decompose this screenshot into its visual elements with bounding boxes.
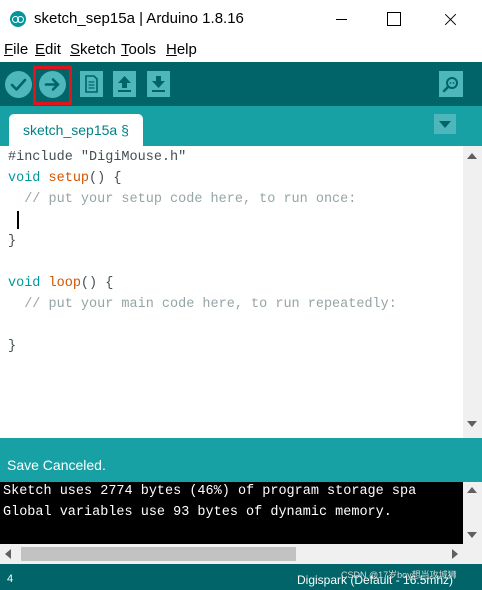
- menu-tools[interactable]: Tools: [121, 41, 156, 58]
- save-button[interactable]: [147, 71, 170, 97]
- console-line: Global variables use 93 bytes of dynamic…: [3, 505, 392, 520]
- arduino-logo-icon: [10, 11, 26, 27]
- minimize-button[interactable]: [318, 0, 364, 38]
- scroll-up-icon[interactable]: [467, 487, 477, 493]
- tab-menu-button[interactable]: [434, 114, 456, 134]
- menu-sketch[interactable]: Sketch: [70, 41, 116, 58]
- code-text: () {: [80, 276, 114, 291]
- editor-vertical-scrollbar[interactable]: [463, 146, 482, 438]
- scroll-right-icon[interactable]: [452, 549, 458, 559]
- menu-file-mnemonic: F: [4, 41, 14, 58]
- scroll-left-icon[interactable]: [5, 549, 11, 559]
- new-icon: [85, 75, 98, 93]
- code-comment: // put your setup code here, to run once…: [8, 192, 357, 207]
- window-title: sketch_sep15a | Arduino 1.8.16: [34, 10, 244, 27]
- menu-sketch-label: ketch: [80, 41, 116, 58]
- keyword: void: [8, 171, 41, 186]
- menu-sketch-mnemonic: S: [70, 41, 81, 58]
- scrollbar-thumb[interactable]: [21, 547, 296, 561]
- status-bar: Save Canceled.: [0, 438, 482, 482]
- scroll-down-icon[interactable]: [467, 421, 477, 427]
- console-output[interactable]: Sketch uses 2774 bytes (46%) of program …: [0, 482, 463, 544]
- toolbar: [0, 62, 482, 106]
- code-line: void setup() {: [8, 171, 121, 186]
- code-text: () {: [89, 171, 122, 186]
- console-vertical-scrollbar[interactable]: [463, 482, 482, 544]
- code-line: void loop() {: [8, 276, 113, 291]
- code-line: }: [8, 234, 17, 249]
- verify-button[interactable]: [5, 71, 32, 98]
- open-icon: [118, 76, 131, 92]
- code-comment: // put your main code here, to run repea…: [8, 297, 397, 312]
- text-caret: [17, 211, 19, 229]
- tab-bar: sketch_sep15a §: [0, 106, 482, 146]
- scrollbar-corner: [463, 544, 482, 564]
- menu-edit-mnemonic: E: [35, 41, 46, 58]
- watermark: CSDN @17岁boy想当攻城狮: [341, 570, 457, 580]
- upload-highlight-box: [33, 66, 72, 105]
- code-editor[interactable]: #include "DigiMouse.h" void setup() { //…: [0, 146, 463, 438]
- code-line: #include "DigiMouse.h": [8, 150, 187, 165]
- menu-help-label: elp: [176, 41, 197, 58]
- function-name: loop: [48, 276, 81, 291]
- console-horizontal-scrollbar[interactable]: [0, 544, 463, 564]
- menu-bar: File Edit Sketch Tools Help: [0, 38, 482, 62]
- serial-monitor-button[interactable]: [439, 71, 463, 97]
- menu-file[interactable]: File: [4, 41, 28, 58]
- title-bar: sketch_sep15a | Arduino 1.8.16: [0, 0, 482, 38]
- close-button[interactable]: [427, 0, 473, 38]
- menu-tools-label: ools: [128, 41, 157, 58]
- menu-tools-mnemonic: T: [121, 41, 129, 58]
- keyword: void: [8, 276, 41, 291]
- menu-file-label: ile: [13, 41, 29, 58]
- code-line: }: [8, 339, 17, 354]
- serial-monitor-icon: [442, 77, 458, 93]
- tab-sketch[interactable]: sketch_sep15a §: [9, 114, 143, 146]
- verify-icon: [10, 78, 27, 91]
- menu-help[interactable]: Help: [166, 41, 197, 58]
- line-number: 4: [7, 573, 14, 585]
- menu-edit-label: dit: [45, 41, 61, 58]
- status-message: Save Canceled.: [7, 457, 106, 473]
- scroll-down-icon[interactable]: [467, 532, 477, 538]
- maximize-button[interactable]: [370, 0, 416, 38]
- function-name: setup: [48, 171, 90, 186]
- scroll-up-icon[interactable]: [467, 153, 477, 159]
- menu-help-mnemonic: H: [166, 41, 177, 58]
- open-button[interactable]: [113, 71, 136, 97]
- menu-edit[interactable]: Edit: [35, 41, 61, 58]
- save-icon: [152, 76, 165, 92]
- console-line: Sketch uses 2774 bytes (46%) of program …: [3, 484, 417, 499]
- new-button[interactable]: [80, 71, 103, 97]
